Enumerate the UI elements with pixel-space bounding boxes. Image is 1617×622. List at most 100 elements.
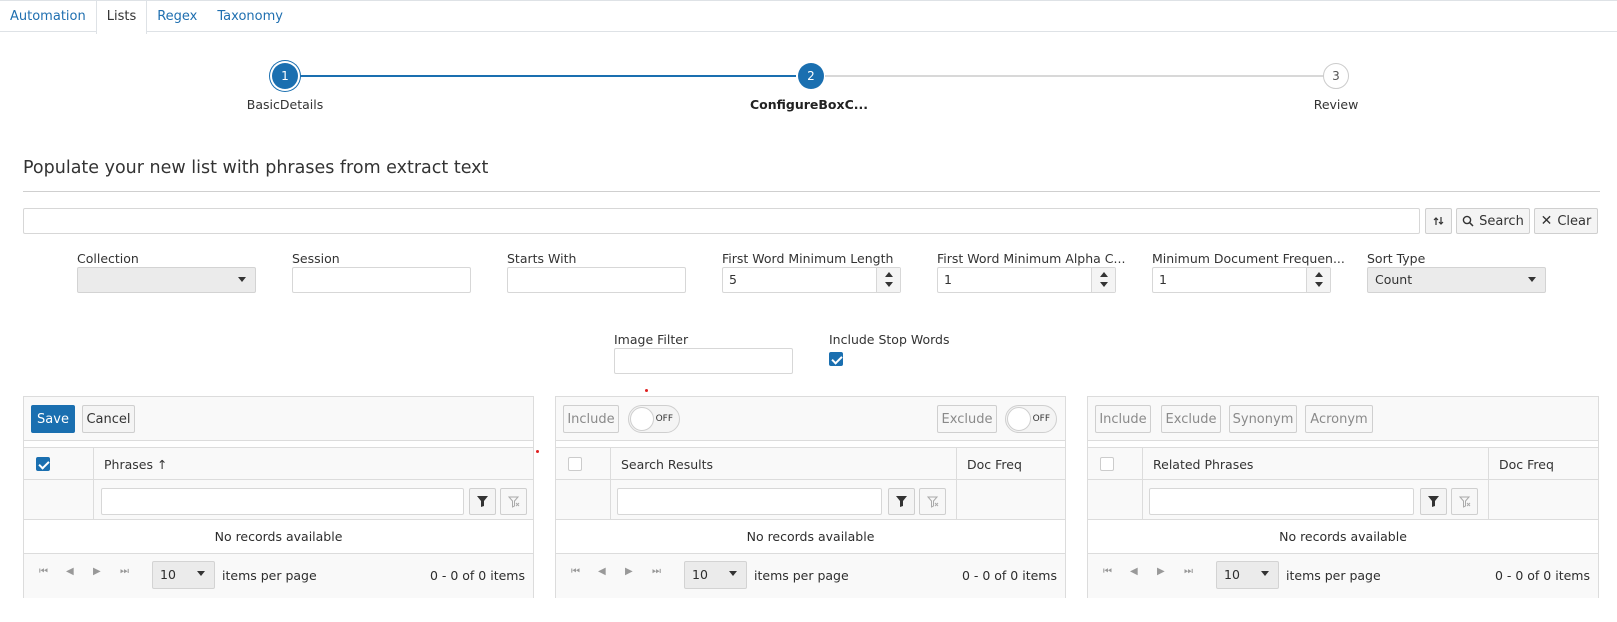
include-button[interactable]: Include — [563, 405, 619, 433]
related-phrases-filter-button[interactable] — [1420, 488, 1447, 515]
tab-taxonomy[interactable]: Taxonomy — [207, 1, 293, 33]
wizard-stepper: 1 BasicDetails 2 ConfigureBoxC... 3 Revi… — [0, 60, 1617, 120]
search-results-no-records: No records available — [556, 520, 1065, 554]
clear-filter-icon — [1458, 496, 1470, 508]
session-label: Session — [292, 251, 340, 266]
prev-page-icon[interactable]: ◀ — [598, 566, 606, 577]
exclude-button[interactable]: Exclude — [1161, 405, 1221, 433]
tab-regex[interactable]: Regex — [147, 1, 207, 33]
search-results-clear-filter-button[interactable] — [919, 488, 946, 515]
phrases-filter-input[interactable] — [101, 488, 464, 515]
phrases-filter-button[interactable] — [469, 488, 496, 515]
prev-page-icon[interactable]: ◀ — [1130, 566, 1138, 577]
chevron-down-icon — [197, 571, 205, 576]
items-per-page-label: items per page — [754, 568, 849, 583]
first-page-icon[interactable]: ⏮ — [1103, 566, 1112, 577]
next-page-icon[interactable]: ▶ — [93, 566, 101, 577]
page-size-select[interactable]: 10 — [152, 561, 215, 589]
page-size-value: 10 — [1224, 567, 1240, 582]
phrases-column-header[interactable]: Phrases ↑ — [104, 448, 167, 481]
image-filter-label: Image Filter — [614, 332, 689, 347]
step-3-circle[interactable]: 3 — [1323, 63, 1349, 89]
first-word-min-length-stepper[interactable]: 5 — [722, 267, 901, 293]
column-divider — [1488, 448, 1489, 479]
acronym-button[interactable]: Acronym — [1305, 405, 1373, 433]
select-all-checkbox[interactable] — [568, 457, 582, 471]
toggle-state: OFF — [655, 414, 673, 424]
exclude-toggle[interactable]: OFF — [1005, 405, 1057, 433]
chevron-down-icon — [1261, 571, 1269, 576]
first-page-icon[interactable]: ⏮ — [39, 566, 48, 577]
synonym-button[interactable]: Synonym — [1229, 405, 1297, 433]
include-toggle[interactable]: OFF — [628, 405, 680, 433]
phrases-toolbar: Save Cancel — [24, 397, 533, 441]
toggle-knob — [630, 407, 654, 431]
step-1-circle[interactable]: 1 — [272, 63, 298, 89]
search-button[interactable]: Search — [1456, 208, 1530, 234]
page-size-value: 10 — [160, 567, 176, 582]
exclude-button[interactable]: Exclude — [937, 405, 997, 433]
step-2-circle[interactable]: 2 — [798, 63, 824, 89]
image-filter-input[interactable] — [614, 348, 793, 374]
spinner-buttons[interactable] — [876, 268, 900, 292]
select-all-checkbox[interactable] — [36, 457, 50, 471]
phrase-search-input[interactable] — [23, 208, 1420, 234]
save-button[interactable]: Save — [31, 405, 75, 433]
sort-type-select[interactable]: Count — [1367, 267, 1546, 293]
related-phrases-panel: Include Exclude Synonym Acronym Related … — [1087, 396, 1599, 598]
include-stop-words-checkbox[interactable] — [829, 352, 843, 366]
related-phrases-filter-input[interactable] — [1149, 488, 1414, 515]
sort-toggle-button[interactable] — [1425, 208, 1452, 234]
spinner-buttons[interactable] — [1091, 268, 1115, 292]
related-phrases-grid-header: Related Phrases Doc Freq — [1088, 447, 1598, 480]
page-count: 0 - 0 of 0 items — [429, 568, 525, 583]
filter-icon — [1428, 496, 1439, 507]
first-word-min-alpha-stepper[interactable]: 1 — [937, 267, 1116, 293]
phrases-clear-filter-button[interactable] — [500, 488, 527, 515]
tab-lists[interactable]: Lists — [95, 1, 148, 34]
related-phrases-column-header[interactable]: Related Phrases — [1153, 448, 1253, 481]
clear-button[interactable]: ✕ Clear — [1534, 208, 1598, 234]
last-page-icon[interactable]: ⏭ — [652, 566, 661, 577]
last-page-icon[interactable]: ⏭ — [120, 566, 129, 577]
session-input[interactable] — [292, 267, 471, 293]
page-count: 0 - 0 of 0 items — [1494, 568, 1590, 583]
next-page-icon[interactable]: ▶ — [625, 566, 633, 577]
page-size-select[interactable]: 10 — [684, 561, 747, 589]
search-results-filter-row — [556, 480, 1065, 520]
chevron-down-icon — [1100, 282, 1108, 287]
search-results-filter-input[interactable] — [617, 488, 882, 515]
next-page-icon[interactable]: ▶ — [1157, 566, 1165, 577]
tab-automation[interactable]: Automation — [0, 1, 96, 33]
starts-with-input[interactable] — [507, 267, 686, 293]
prev-page-icon[interactable]: ◀ — [66, 566, 74, 577]
page-size-select[interactable]: 10 — [1216, 561, 1279, 589]
related-phrases-clear-filter-button[interactable] — [1451, 488, 1478, 515]
step-1-number: 1 — [281, 69, 289, 83]
step-connector-complete — [298, 75, 796, 77]
save-button-label: Save — [37, 411, 69, 427]
column-divider — [93, 480, 94, 519]
min-doc-freq-label: Minimum Document Frequen... — [1152, 251, 1345, 266]
column-divider — [610, 448, 611, 479]
module-tabs: Automation Lists Regex Taxonomy — [0, 0, 1617, 34]
min-doc-freq-stepper[interactable]: 1 — [1152, 267, 1331, 293]
section-title: Populate your new list with phrases from… — [23, 158, 489, 178]
column-divider — [1142, 448, 1143, 479]
cancel-button[interactable]: Cancel — [82, 405, 135, 433]
include-button[interactable]: Include — [1095, 405, 1151, 433]
doc-freq-column-header[interactable]: Doc Freq — [1499, 448, 1554, 481]
first-page-icon[interactable]: ⏮ — [571, 566, 580, 577]
collection-select[interactable] — [77, 267, 256, 293]
last-page-icon[interactable]: ⏭ — [1184, 566, 1193, 577]
spinner-buttons[interactable] — [1306, 268, 1330, 292]
search-results-filter-button[interactable] — [888, 488, 915, 515]
select-all-checkbox[interactable] — [1100, 457, 1114, 471]
marker-dot — [536, 450, 539, 453]
chevron-down-icon — [1528, 277, 1536, 282]
column-divider — [93, 448, 94, 479]
marker-dot — [645, 389, 648, 392]
search-results-pager: ⏮ ◀ ▶ ⏭ 10 items per page 0 - 0 of 0 ite… — [556, 554, 1065, 598]
search-results-column-header[interactable]: Search Results — [621, 448, 713, 481]
doc-freq-column-header[interactable]: Doc Freq — [967, 448, 1022, 481]
